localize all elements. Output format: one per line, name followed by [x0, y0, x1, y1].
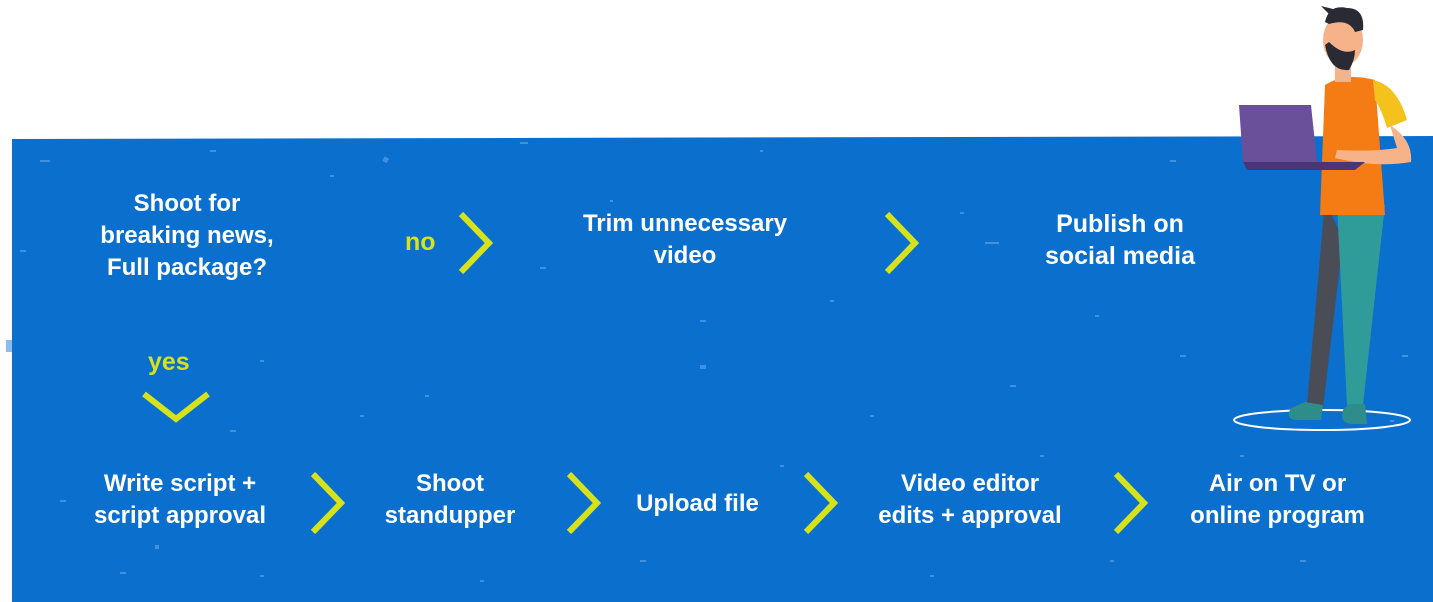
step-video-editor: Video editor edits + approval: [850, 468, 1090, 532]
chevron-down-icon: [142, 391, 210, 423]
shoot-standupper-line-2: standupper: [384, 502, 516, 529]
step-upload-file: Upload file: [610, 488, 785, 520]
video-editor-line-2: edits + approval: [878, 502, 1062, 529]
decision-line-1: Shoot for: [133, 190, 241, 217]
no-branch-label: no: [405, 228, 436, 256]
chevron-right-icon: [1113, 471, 1149, 535]
step-air-program: Air on TV or online program: [1160, 468, 1395, 532]
decision-line-3: Full package?: [106, 254, 268, 281]
step-publish-social: Publish on social media: [1010, 208, 1230, 272]
chevron-right-icon: [566, 471, 602, 535]
write-script-line-1: Write script +: [103, 470, 257, 497]
trim-video-line-1: Trim unnecessary: [582, 210, 788, 237]
chevron-right-icon: [458, 211, 494, 275]
step-trim-video: Trim unnecessary video: [560, 208, 810, 272]
air-program-line-1: Air on TV or: [1208, 470, 1347, 497]
trim-video-line-2: video: [653, 242, 717, 269]
yes-branch-label: yes: [148, 348, 190, 376]
write-script-line-2: script approval: [93, 502, 267, 529]
video-editor-line-1: Video editor: [900, 470, 1040, 497]
chevron-right-icon: [803, 471, 839, 535]
air-program-line-2: online program: [1190, 502, 1365, 529]
shoot-standupper-line-1: Shoot: [416, 470, 484, 497]
decision-line-2: breaking news,: [100, 222, 274, 249]
step-write-script: Write script + script approval: [60, 468, 300, 532]
chevron-right-icon: [310, 471, 346, 535]
chevron-right-icon: [884, 211, 920, 275]
publish-social-line-2: social media: [1044, 242, 1196, 270]
person-with-laptop-illustration: [1233, 6, 1412, 431]
upload-file-line-1: Upload file: [636, 490, 759, 517]
decision-node: Shoot for breaking news, Full package?: [72, 188, 302, 284]
step-shoot-standupper: Shoot standupper: [360, 468, 540, 532]
publish-social-line-1: Publish on: [1056, 210, 1184, 238]
